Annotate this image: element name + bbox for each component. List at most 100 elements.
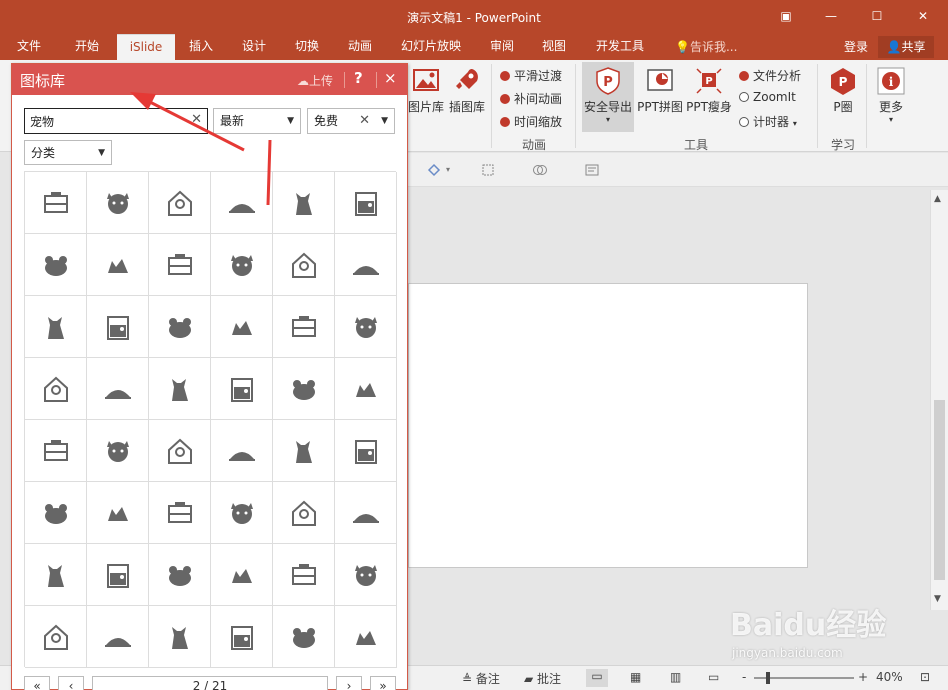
maximize-icon[interactable]: ☐ [866,6,888,26]
page-indicator[interactable]: 2 / 21 [92,676,328,690]
timer-button[interactable]: 计时器 ▾ [739,113,797,130]
icon-grid-cell[interactable] [87,296,149,358]
icon-grid-cell[interactable] [335,296,397,358]
next-page-button[interactable]: › [336,676,362,690]
icon-grid-cell[interactable] [25,234,87,296]
tab-file[interactable]: 文件 [11,34,47,60]
icon-grid-cell[interactable] [335,420,397,482]
icon-grid-cell[interactable] [273,420,335,482]
icon-grid-cell[interactable] [25,296,87,358]
text-box-icon[interactable] [584,162,600,178]
icon-grid-cell[interactable] [335,606,397,668]
icon-grid-cell[interactable] [273,358,335,420]
icon-grid-cell[interactable] [335,358,397,420]
icon-grid-cell[interactable] [25,482,87,544]
icon-grid-cell[interactable] [273,482,335,544]
chevron-down-icon[interactable]: ▾ [446,165,462,181]
icon-grid-cell[interactable] [149,606,211,668]
help-button[interactable]: ? [354,69,363,87]
illustration-library-button[interactable]: 插图库 [447,66,487,115]
icon-grid-cell[interactable] [87,358,149,420]
icon-grid-cell[interactable] [211,482,273,544]
icon-grid-cell[interactable] [211,420,273,482]
icon-grid-cell[interactable] [25,420,87,482]
safe-export-button[interactable]: P 安全导出 ▾ [582,62,634,132]
merge-shapes-icon[interactable] [532,162,548,178]
icon-grid-cell[interactable] [335,482,397,544]
icon-grid-cell[interactable] [149,296,211,358]
tell-me-search[interactable]: 💡告诉我... [675,38,737,55]
icon-grid-cell[interactable] [87,482,149,544]
icon-grid-cell[interactable] [335,234,397,296]
scroll-up-icon[interactable]: ▲ [934,194,941,204]
icon-grid-cell[interactable] [87,234,149,296]
tab-islide[interactable]: iSlide [117,34,175,60]
icon-grid-cell[interactable] [25,172,87,234]
panel-close-button[interactable]: × [384,69,397,87]
clear-search-icon[interactable]: ✕ [191,112,202,127]
time-scale-button[interactable]: 时间缩放 [500,113,562,130]
zoom-level[interactable]: 40% [876,670,903,684]
zoom-slider[interactable] [754,672,854,684]
notes-button[interactable]: ≜ 备注 [462,670,500,687]
last-page-button[interactable]: » [370,676,396,690]
tab-home[interactable]: 开始 [69,34,105,60]
reading-view-button[interactable]: ▥ [670,670,681,684]
first-page-button[interactable]: « [24,676,50,690]
upload-button[interactable]: ☁上传 [297,72,333,89]
close-icon[interactable]: ✕ [912,6,934,26]
icon-grid-cell[interactable] [87,420,149,482]
smooth-transition-button[interactable]: 平滑过渡 [500,67,562,84]
category-dropdown[interactable]: 分类 ▼ [24,140,112,165]
icon-grid-cell[interactable] [273,172,335,234]
icon-grid-cell[interactable] [87,544,149,606]
icon-grid-cell[interactable] [25,544,87,606]
icon-grid-cell[interactable] [211,296,273,358]
icon-grid-cell[interactable] [87,606,149,668]
share-button[interactable]: 👤共享 [878,36,934,58]
more-button[interactable]: i 更多 ▾ [873,66,909,124]
login-button[interactable]: 登录 [844,38,868,55]
sort-dropdown[interactable]: 最新 ▼ [213,108,301,134]
minimize-icon[interactable]: — [820,6,842,26]
align-icon[interactable] [480,162,496,178]
icon-grid-cell[interactable] [211,234,273,296]
icon-grid-cell[interactable] [25,606,87,668]
icon-grid-cell[interactable] [211,544,273,606]
picture-library-button[interactable]: 图片库 [408,66,444,115]
tab-review[interactable]: 审阅 [484,34,520,60]
zoomit-button[interactable]: ZoomIt [739,90,796,104]
scroll-down-icon[interactable]: ▼ [934,594,941,604]
ppt-slim-button[interactable]: P PPT瘦身 [686,66,732,115]
clear-price-icon[interactable]: ✕ [359,109,370,133]
icon-grid-cell[interactable] [273,544,335,606]
icon-grid-cell[interactable] [273,296,335,358]
icon-grid-cell[interactable] [149,358,211,420]
ppt-collage-button[interactable]: PPT拼图 [637,66,683,115]
tab-insert[interactable]: 插入 [183,34,219,60]
p-circle-button[interactable]: P P圈 [826,66,860,115]
sorter-view-button[interactable]: ▦ [630,670,641,684]
zoom-in-button[interactable]: + [858,670,868,684]
scrollbar-thumb[interactable] [934,400,945,580]
icon-grid-cell[interactable] [211,358,273,420]
search-input[interactable] [25,109,175,133]
icon-grid-cell[interactable] [25,358,87,420]
icon-grid-cell[interactable] [273,606,335,668]
icon-grid-cell[interactable] [149,544,211,606]
tab-slideshow[interactable]: 幻灯片放映 [395,34,467,60]
icon-grid-cell[interactable] [87,172,149,234]
tab-view[interactable]: 视图 [536,34,572,60]
icon-grid-cell[interactable] [335,172,397,234]
zoom-slider-thumb[interactable] [766,672,770,684]
icon-grid-cell[interactable] [149,482,211,544]
tab-developer[interactable]: 开发工具 [590,34,650,60]
icon-grid-cell[interactable] [149,172,211,234]
slideshow-view-button[interactable]: ▭ [708,670,719,684]
slide-canvas[interactable] [408,283,808,568]
file-analysis-button[interactable]: 文件分析 [739,67,801,84]
tab-design[interactable]: 设计 [236,34,272,60]
price-dropdown[interactable]: 免费 ✕ ▼ [307,108,395,134]
icon-grid-cell[interactable] [273,234,335,296]
comments-button[interactable]: ▰ 批注 [524,670,561,687]
